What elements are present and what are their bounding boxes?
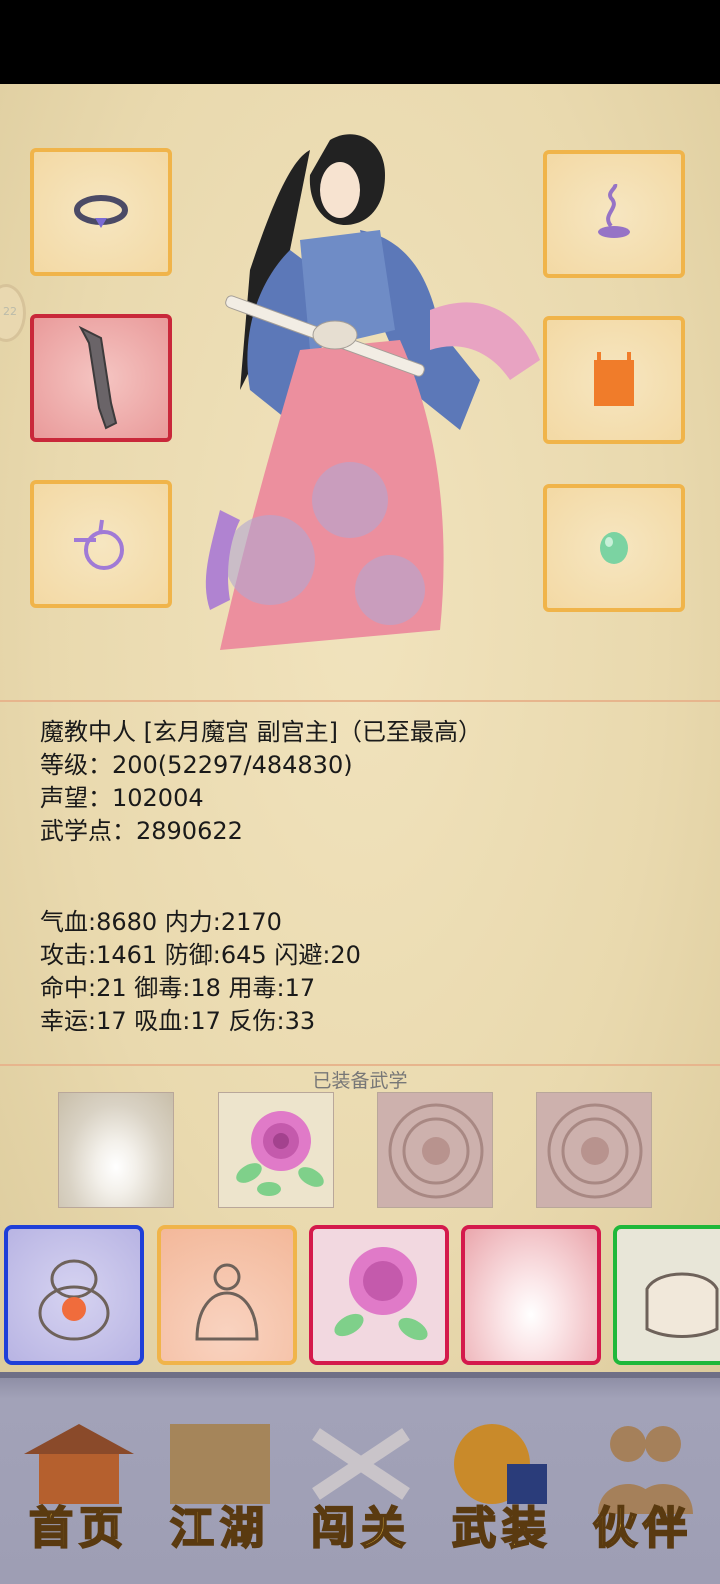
incense-icon bbox=[598, 184, 630, 238]
nav-wuzhuang-label: 武装 bbox=[451, 1502, 552, 1555]
ring-icon bbox=[74, 519, 124, 570]
character-title: 魔教中人 [玄月魔宫 副宫主]（已至最高） bbox=[40, 718, 482, 746]
fist-icon bbox=[645, 1272, 719, 1338]
sword-icon bbox=[78, 325, 118, 430]
furnace-icon bbox=[38, 1259, 110, 1341]
skill-card-fist[interactable] bbox=[613, 1225, 720, 1365]
nav-home[interactable]: 首页 bbox=[14, 1414, 144, 1564]
equip-slot-armor[interactable] bbox=[543, 316, 685, 444]
skill-card-meditation[interactable] bbox=[157, 1225, 297, 1365]
nav-wuzhuang[interactable]: 武装 bbox=[437, 1414, 567, 1564]
nav-home-label: 首页 bbox=[28, 1502, 129, 1555]
jade-icon bbox=[600, 532, 628, 564]
divider bbox=[0, 700, 720, 702]
side-handle-badge: 22 bbox=[3, 305, 17, 318]
stats-row: 幸运:17 吸血:17 反伤:33 bbox=[40, 1007, 316, 1035]
locked-seal-icon bbox=[388, 1103, 484, 1199]
skill-card-rose[interactable] bbox=[309, 1225, 449, 1365]
empty-skill-slot[interactable] bbox=[536, 1092, 652, 1208]
nav-chuangguan-label: 闯关 bbox=[310, 1502, 411, 1555]
character-stats: 气血:8680 内力:2170 攻击:1461 防御:645 闪避:20 命中:… bbox=[40, 906, 361, 1038]
character-info: 魔教中人 [玄月魔宫 副宫主]（已至最高） 等级：200(52297/48483… bbox=[40, 716, 482, 848]
nav-jianghu[interactable]: 江湖 bbox=[155, 1414, 285, 1564]
equip-slot-ring[interactable] bbox=[30, 480, 172, 608]
equipped-skills-title: 已装备武学 bbox=[312, 1070, 408, 1092]
stats-row: 攻击:1461 防御:645 闪避:20 bbox=[40, 941, 361, 969]
equip-slot-jade[interactable] bbox=[543, 484, 685, 612]
stats-row: 气血:8680 内力:2170 bbox=[40, 908, 282, 936]
character-portrait bbox=[205, 134, 540, 650]
character-level: 等级：200(52297/484830) bbox=[40, 751, 353, 779]
armor-icon bbox=[594, 352, 634, 406]
necklace-icon bbox=[74, 195, 128, 228]
skill-card-furnace[interactable] bbox=[4, 1225, 144, 1365]
nav-huoban[interactable]: 伙伴 bbox=[578, 1414, 708, 1564]
nav-huoban-label: 伙伴 bbox=[592, 1502, 693, 1555]
equipped-skill-mist[interactable] bbox=[58, 1092, 174, 1208]
equip-slot-incense[interactable] bbox=[543, 150, 685, 278]
nav-chuangguan[interactable]: 闯关 bbox=[296, 1414, 426, 1564]
equip-slot-weapon[interactable] bbox=[30, 314, 172, 442]
locked-seal-icon bbox=[547, 1103, 643, 1199]
character-reputation: 声望：102004 bbox=[40, 784, 204, 812]
skill-card-mist[interactable] bbox=[461, 1225, 601, 1365]
bottom-nav: 首页 江湖 闯关 武装 伙伴 bbox=[0, 1372, 720, 1584]
nav-jianghu-label: 江湖 bbox=[169, 1502, 270, 1555]
empty-skill-slot[interactable] bbox=[377, 1092, 493, 1208]
character-martial-points: 武学点：2890622 bbox=[40, 817, 243, 845]
meditation-icon bbox=[195, 1263, 259, 1341]
equip-slot-necklace[interactable] bbox=[30, 148, 172, 276]
stats-row: 命中:21 御毒:18 用毒:17 bbox=[40, 974, 316, 1002]
equipped-skill-rose[interactable] bbox=[218, 1092, 334, 1208]
rose-icon bbox=[236, 1111, 324, 1196]
status-bar bbox=[0, 0, 720, 84]
rose-icon bbox=[334, 1247, 428, 1341]
